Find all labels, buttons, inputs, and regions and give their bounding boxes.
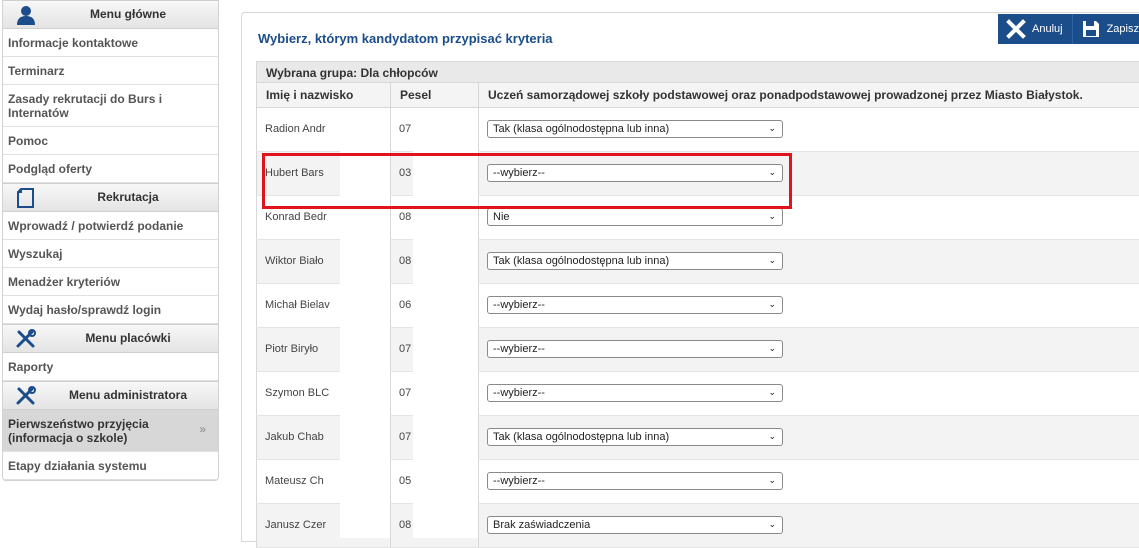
chevron-down-icon: ⌄ — [768, 386, 776, 399]
column-header-name: Imię i nazwisko — [257, 83, 391, 107]
sidebar-item-schedule[interactable]: Terminarz — [3, 57, 218, 85]
sidebar-item-label: Etapy działania systemu — [8, 459, 147, 473]
table-header-row: Imię i nazwisko Pesel Uczeń samorządowej… — [257, 83, 1139, 107]
criterion-cell: --wybierz-- ⌄ — [479, 459, 1139, 503]
sidebar-item-label: Raporty — [8, 360, 53, 374]
chevron-down-icon: ⌄ — [768, 430, 776, 443]
column-header-pesel: Pesel — [391, 83, 479, 107]
sidebar-item-label: Pomoc — [8, 134, 48, 148]
sidebar: Menu główne Informacje kontaktowe Termin… — [2, 0, 219, 481]
sidebar-item-label: Informacje kontaktowe — [8, 36, 138, 50]
sidebar-item-label: Pierwszeństwo przyjęcia (informacja o sz… — [8, 417, 149, 445]
sidebar-item-label: Wprowadź / potwierdź podanie — [8, 219, 183, 233]
close-icon — [1006, 19, 1026, 39]
criterion-select[interactable]: --wybierz-- ⌄ — [487, 340, 783, 358]
criterion-cell: Tak (klasa ogólnodostępna lub inna) ⌄ — [479, 107, 1139, 151]
save-icon — [1081, 19, 1101, 39]
chevron-down-icon: ⌄ — [768, 298, 776, 311]
menu-header-label: Menu placówki — [48, 325, 208, 352]
tools-icon — [15, 329, 37, 349]
group-label: Wybrana grupa: Dla chłopców — [256, 61, 1139, 83]
sidebar-item-contact[interactable]: Informacje kontaktowe — [3, 29, 218, 57]
criterion-select[interactable]: --wybierz-- ⌄ — [487, 384, 783, 402]
cancel-button-label: Anuluj — [1032, 23, 1063, 35]
select-value: Tak (klasa ogólnodostępna lub inna) — [493, 255, 669, 267]
cancel-button[interactable]: Anuluj — [998, 14, 1073, 44]
sidebar-item-system-stages[interactable]: Etapy działania systemu — [3, 452, 218, 480]
sidebar-item-label: Wydaj hasło/sprawdź login — [8, 303, 161, 317]
chevron-down-icon: ⌄ — [768, 122, 776, 135]
save-button-label: Zapisz — [1107, 23, 1139, 35]
criterion-select[interactable]: Tak (klasa ogólnodostępna lub inna) ⌄ — [487, 120, 783, 138]
sidebar-item-label: Zasady rekrutacji do Burs i Internatów — [8, 92, 162, 120]
chevron-down-icon: ⌄ — [768, 518, 776, 531]
criterion-select[interactable]: Tak (klasa ogólnodostępna lub inna) ⌄ — [487, 428, 783, 446]
sidebar-item-offer-preview[interactable]: Podgląd oferty — [3, 155, 218, 183]
criterion-cell: --wybierz-- ⌄ — [479, 371, 1139, 415]
sidebar-item-enter-application[interactable]: Wprowadź / potwierdź podanie — [3, 212, 218, 240]
redaction-mask-pesel — [413, 109, 478, 538]
criterion-cell: Nie ⌄ — [479, 195, 1139, 239]
menu-header-label: Rekrutacja — [48, 184, 208, 211]
select-value: Tak (klasa ogólnodostępna lub inna) — [493, 431, 669, 443]
chevron-down-icon: ⌄ — [768, 210, 776, 223]
column-header-criterion: Uczeń samorządowej szkoły podstawowej or… — [479, 83, 1139, 107]
sidebar-item-reports[interactable]: Raporty — [3, 353, 218, 381]
menu-header-main: Menu główne — [3, 0, 218, 29]
criterion-cell: --wybierz-- ⌄ — [479, 283, 1139, 327]
select-value: --wybierz-- — [493, 299, 545, 311]
select-value: --wybierz-- — [493, 167, 545, 179]
criterion-cell: --wybierz-- ⌄ — [479, 151, 1139, 195]
sidebar-item-label: Menadżer kryteriów — [8, 275, 120, 289]
user-icon — [15, 5, 37, 25]
tools-icon — [15, 386, 37, 406]
criterion-cell: Brak zaświadczenia ⌄ — [479, 503, 1139, 547]
criterion-cell: Tak (klasa ogólnodostępna lub inna) ⌄ — [479, 415, 1139, 459]
sidebar-item-help[interactable]: Pomoc — [3, 127, 218, 155]
select-value: --wybierz-- — [493, 343, 545, 355]
redaction-mask-name — [340, 109, 390, 538]
menu-header-label: Menu administratora — [48, 382, 208, 409]
criterion-cell: Tak (klasa ogólnodostępna lub inna) ⌄ — [479, 239, 1139, 283]
chevron-down-icon: ⌄ — [768, 254, 776, 267]
save-button[interactable]: Zapisz — [1073, 14, 1139, 44]
select-value: Tak (klasa ogólnodostępna lub inna) — [493, 123, 669, 135]
sidebar-item-rules[interactable]: Zasady rekrutacji do Burs i Internatów — [3, 85, 218, 127]
sidebar-item-label: Terminarz — [8, 64, 64, 78]
criterion-select[interactable]: --wybierz-- ⌄ — [487, 296, 783, 314]
sidebar-item-search[interactable]: Wyszukaj — [3, 240, 218, 268]
sidebar-item-label: Podgląd oferty — [8, 162, 92, 176]
criterion-cell: --wybierz-- ⌄ — [479, 327, 1139, 371]
menu-header-recruitment: Rekrutacja — [3, 183, 218, 212]
select-value: Nie — [493, 211, 510, 223]
menu-header-institution: Menu placówki — [3, 324, 218, 353]
criterion-select[interactable]: --wybierz-- ⌄ — [487, 164, 783, 182]
chevron-down-icon: ⌄ — [768, 166, 776, 179]
sidebar-item-criteria-manager[interactable]: Menadżer kryteriów — [3, 268, 218, 296]
page-title: Wybierz, którym kandydatom przypisać kry… — [258, 31, 553, 46]
criterion-select[interactable]: --wybierz-- ⌄ — [487, 472, 783, 490]
chevron-down-icon: ⌄ — [768, 474, 776, 487]
chevron-down-icon: ⌄ — [768, 342, 776, 355]
criterion-select[interactable]: Tak (klasa ogólnodostępna lub inna) ⌄ — [487, 252, 783, 270]
menu-header-label: Menu główne — [48, 1, 208, 28]
chevron-right-icon: » — [199, 422, 206, 436]
sidebar-item-label: Wyszukaj — [8, 247, 62, 261]
select-value: --wybierz-- — [493, 387, 545, 399]
select-value: Brak zaświadczenia — [493, 519, 590, 531]
criterion-select[interactable]: Nie ⌄ — [487, 208, 783, 226]
menu-header-admin: Menu administratora — [3, 381, 218, 410]
criterion-select[interactable]: Brak zaświadczenia ⌄ — [487, 516, 783, 534]
document-icon — [15, 188, 37, 208]
action-toolbar: Anuluj Zapisz — [998, 14, 1139, 44]
sidebar-item-password[interactable]: Wydaj hasło/sprawdź login — [3, 296, 218, 324]
sidebar-item-priority[interactable]: Pierwszeństwo przyjęcia (informacja o sz… — [3, 410, 218, 452]
select-value: --wybierz-- — [493, 475, 545, 487]
